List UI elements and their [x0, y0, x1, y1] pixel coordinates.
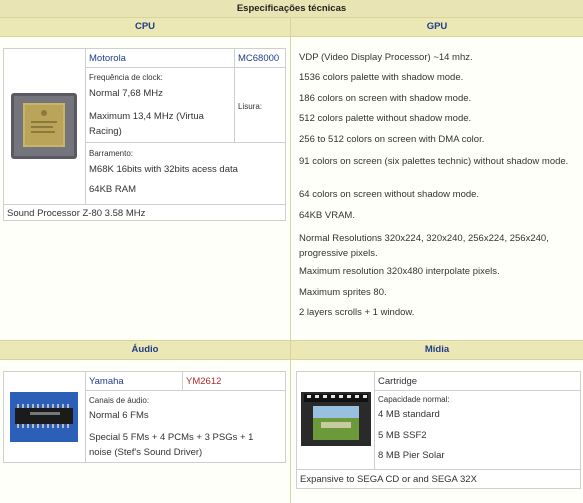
midia-expansion-cell: Expansive to SEGA CD or and SEGA 32X	[296, 469, 581, 489]
midia-expansion: Expansive to SEGA CD or and SEGA 32X	[300, 474, 477, 485]
sound-processor: Sound Processor Z-80 3.58 MHz	[7, 208, 146, 219]
bus-label: Barramento:	[89, 149, 134, 158]
cpu-model: MC68000	[238, 53, 280, 64]
gpu-line: Maximum sprites 80.	[299, 287, 387, 298]
channels-label: Canais de áudio:	[89, 396, 150, 405]
lisura-label: Lisura:	[238, 102, 263, 111]
clock-normal: Normal 7,68 MHz	[89, 88, 163, 99]
channels-special: Special 5 FMs + 4 PCMs + 3 PSGs + 1 nois…	[89, 432, 254, 458]
column-divider	[290, 17, 291, 503]
section-header-gpu: GPU	[291, 17, 583, 37]
gpu-line: 64 colors on screen without shadow mode.	[299, 189, 480, 200]
midia-type-cell: Cartridge	[374, 371, 581, 391]
gpu-line: 256 to 512 colors on screen with DMA col…	[299, 134, 485, 145]
audio-model-cell: YM2612	[182, 371, 286, 391]
section-header-midia: Mídia	[291, 340, 583, 360]
midia-capacity-cell: Capacidade normal: 4 MB standard 5 MB SS…	[374, 390, 581, 470]
audio-channels-cell: Canais de áudio: Normal 6 FMs Special 5 …	[85, 390, 286, 463]
cpu-chip-icon	[11, 93, 77, 159]
bus-value: M68K 16bits with 32bits acess data	[89, 164, 238, 175]
gpu-line: 64KB VRAM.	[299, 210, 355, 221]
gpu-line: 1536 colors palette with shadow mode.	[299, 72, 464, 83]
audio-model: YM2612	[186, 376, 222, 387]
gpu-line: VDP (Video Display Processor) ~14 mhz.	[299, 52, 473, 63]
sound-chip-icon	[10, 392, 78, 442]
midia-type: Cartridge	[378, 376, 418, 387]
page-title: Especificações técnicas	[0, 0, 583, 18]
gpu-line: 512 colors palette without shadow mode.	[299, 113, 472, 124]
midia-image-cell	[296, 371, 375, 470]
cpu-lisura-cell: Lisura:	[234, 67, 286, 143]
audio-brand-cell: Yamaha	[85, 371, 183, 391]
channels-normal: Normal 6 FMs	[89, 410, 149, 421]
gpu-line: 91 colors on screen (six palettes techni…	[299, 156, 569, 167]
gpu-line: Normal Resolutions 320x224, 320x240, 256…	[299, 233, 549, 259]
sound-processor-cell: Sound Processor Z-80 3.58 MHz	[3, 204, 286, 221]
capacity-item: 4 MB standard	[378, 409, 440, 420]
cpu-brand-cell: Motorola	[85, 48, 235, 68]
specs-page: Especificações técnicas CPU GPU Motorola…	[0, 0, 583, 503]
gpu-line: Maximum resolution 320x480 interpolate p…	[299, 266, 500, 277]
clock-label: Frequência de clock:	[89, 73, 163, 82]
audio-image-cell	[3, 371, 86, 463]
capacity-item: 5 MB SSF2	[378, 430, 427, 441]
section-header-cpu: CPU	[0, 17, 290, 37]
clock-max: Maximum 13,4 MHz (Virtua Racing)	[89, 111, 204, 137]
gpu-line: 2 layers scrolls + 1 window.	[299, 307, 415, 318]
audio-brand: Yamaha	[89, 376, 124, 387]
capacity-label: Capacidade normal:	[378, 395, 450, 404]
ram-value: 64KB RAM	[89, 184, 136, 195]
cpu-model-cell: MC68000	[234, 48, 286, 68]
cpu-brand: Motorola	[89, 53, 126, 64]
cpu-image-cell	[3, 48, 86, 205]
section-header-audio: Áudio	[0, 340, 290, 360]
cartridge-icon	[301, 392, 371, 446]
cpu-bus-cell: Barramento: M68K 16bits with 32bits aces…	[85, 142, 286, 205]
capacity-item: 8 MB Pier Solar	[378, 450, 445, 461]
gpu-line: 186 colors on screen with shadow mode.	[299, 93, 472, 104]
cpu-clock-cell: Frequência de clock: Normal 7,68 MHz Max…	[85, 67, 235, 143]
